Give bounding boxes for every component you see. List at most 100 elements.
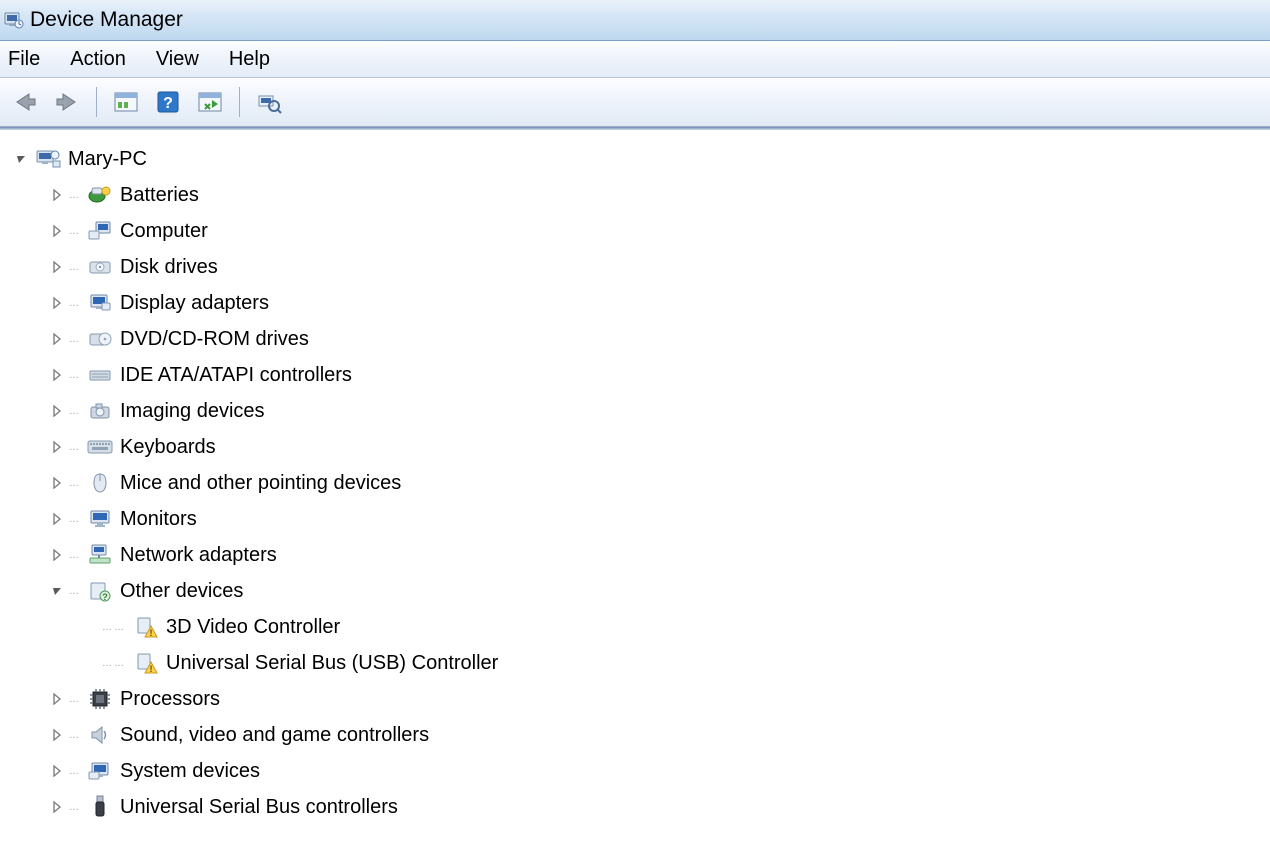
tree-node-mice[interactable]: … Mice and other pointing devices [14, 465, 1270, 501]
tree-node-usb[interactable]: … Universal Serial Bus controllers [14, 789, 1270, 825]
imaging-icon [86, 399, 114, 423]
tree-node-label: Imaging devices [120, 400, 265, 423]
menu-file[interactable]: File [8, 48, 40, 71]
tree-node-label: Universal Serial Bus controllers [120, 796, 398, 819]
tree-connector: …… [100, 658, 128, 669]
warning-device-icon: ! [132, 651, 160, 675]
svg-text:?: ? [102, 592, 108, 602]
tree-child-label: 3D Video Controller [166, 616, 340, 639]
expand-icon[interactable] [50, 404, 64, 418]
tree-connector: … [68, 802, 82, 813]
tree-node-keyboards[interactable]: … Keyboards [14, 429, 1270, 465]
window-title: Device Manager [30, 8, 183, 32]
collapse-icon[interactable] [50, 584, 64, 598]
expand-icon[interactable] [50, 296, 64, 310]
tree-node-label: Sound, video and game controllers [120, 724, 429, 747]
tree-node-batteries[interactable]: … Batteries [14, 177, 1270, 213]
tree-node-dvd-cd-rom[interactable]: … DVD/CD-ROM drives [14, 321, 1270, 357]
tree-connector: … [68, 370, 82, 381]
expand-icon[interactable] [50, 800, 64, 814]
tree-connector: … [68, 730, 82, 741]
tree-connector: … [68, 406, 82, 417]
system-icon [86, 759, 114, 783]
tree-node-processors[interactable]: … Processors [14, 681, 1270, 717]
expand-icon[interactable] [50, 512, 64, 526]
toolbar-separator [239, 87, 240, 117]
expand-icon[interactable] [50, 692, 64, 706]
scan-hardware-button[interactable] [193, 85, 227, 119]
back-button[interactable] [8, 85, 42, 119]
tree-node-label: Monitors [120, 508, 197, 531]
mouse-icon [86, 471, 114, 495]
tree-node-monitors[interactable]: … Monitors [14, 501, 1270, 537]
tree-connector: … [68, 694, 82, 705]
menu-action[interactable]: Action [70, 48, 126, 71]
expand-icon[interactable] [50, 764, 64, 778]
tree-node-system-devices[interactable]: … System devices [14, 753, 1270, 789]
tree-node-network[interactable]: … Network adapters [14, 537, 1270, 573]
expand-icon[interactable] [50, 224, 64, 238]
display-icon [86, 291, 114, 315]
tree-connector: … [68, 442, 82, 453]
expand-icon[interactable] [50, 332, 64, 346]
expand-icon[interactable] [50, 476, 64, 490]
menu-view[interactable]: View [156, 48, 199, 71]
expand-icon[interactable] [50, 440, 64, 454]
expand-icon[interactable] [50, 260, 64, 274]
usb-icon [86, 795, 114, 819]
cpu-icon [86, 687, 114, 711]
ide-icon [86, 363, 114, 387]
tree-node-display-adapters[interactable]: … Display adapters [14, 285, 1270, 321]
tree-connector: … [68, 226, 82, 237]
tree-node-label: Batteries [120, 184, 199, 207]
tree-node-disk-drives[interactable]: … Disk drives [14, 249, 1270, 285]
show-hidden-button[interactable] [109, 85, 143, 119]
sound-icon [86, 723, 114, 747]
expand-icon[interactable] [50, 368, 64, 382]
tree-child-3d-video[interactable]: …… ! 3D Video Controller [14, 609, 1270, 645]
tree-connector: … [68, 262, 82, 273]
computer-root-icon [34, 147, 62, 171]
keyboard-icon [86, 435, 114, 459]
tree-node-ide[interactable]: … IDE ATA/ATAPI controllers [14, 357, 1270, 393]
expand-icon[interactable] [50, 548, 64, 562]
title-bar: Device Manager [0, 0, 1270, 41]
tree-node-label: Processors [120, 688, 220, 711]
help-button[interactable]: ? [151, 85, 185, 119]
expand-icon[interactable] [50, 188, 64, 202]
tree-node-computer[interactable]: … Computer [14, 213, 1270, 249]
computer-icon [86, 219, 114, 243]
properties-button[interactable] [252, 85, 286, 119]
tree-connector: … [68, 334, 82, 345]
disk-icon [86, 255, 114, 279]
svg-text:!: ! [150, 628, 153, 638]
tree-node-label: Disk drives [120, 256, 218, 279]
tree-child-usb-controller[interactable]: …… ! Universal Serial Bus (USB) Controll… [14, 645, 1270, 681]
network-icon [86, 543, 114, 567]
tree-connector: … [68, 586, 82, 597]
warning-device-icon: ! [132, 615, 160, 639]
device-tree: Mary-PC … Batteries … Computer … Disk dr… [0, 131, 1270, 825]
svg-text:?: ? [163, 95, 173, 112]
tree-connector: … [68, 514, 82, 525]
monitor-icon [86, 507, 114, 531]
menu-help[interactable]: Help [229, 48, 270, 71]
tree-node-label: Other devices [120, 580, 243, 603]
tree-node-label: Display adapters [120, 292, 269, 315]
menu-bar: File Action View Help [0, 41, 1270, 78]
tree-node-label: Keyboards [120, 436, 216, 459]
tree-root[interactable]: Mary-PC [14, 141, 1270, 177]
tree-node-other-devices[interactable]: … ? Other devices [14, 573, 1270, 609]
forward-button[interactable] [50, 85, 84, 119]
collapse-icon[interactable] [14, 152, 28, 166]
battery-icon [86, 183, 114, 207]
expand-icon[interactable] [50, 728, 64, 742]
tree-node-imaging[interactable]: … Imaging devices [14, 393, 1270, 429]
tree-connector: …… [100, 622, 128, 633]
app-icon [4, 10, 24, 30]
tree-node-sound[interactable]: … Sound, video and game controllers [14, 717, 1270, 753]
tool-bar: ? [0, 78, 1270, 127]
tree-child-label: Universal Serial Bus (USB) Controller [166, 652, 498, 675]
svg-text:!: ! [150, 664, 153, 674]
tree-connector: … [68, 550, 82, 561]
